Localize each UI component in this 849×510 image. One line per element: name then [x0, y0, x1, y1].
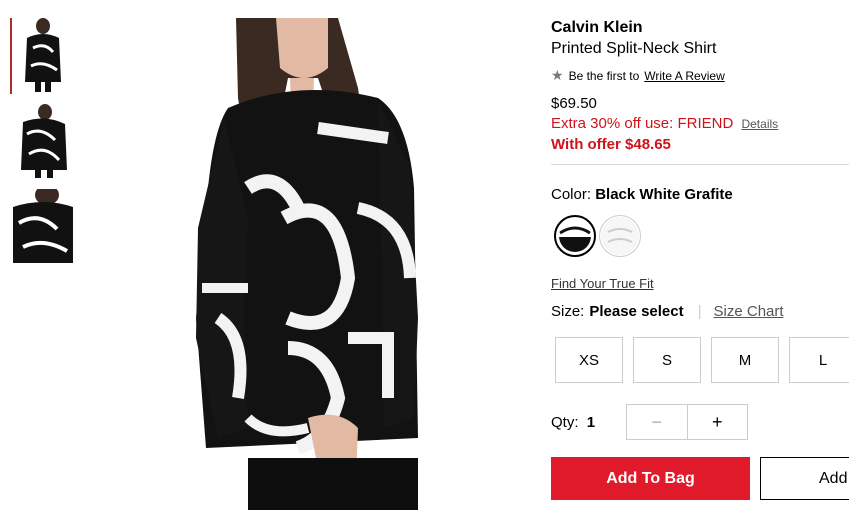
- size-option-xs[interactable]: XS: [555, 337, 623, 383]
- divider: [551, 164, 849, 165]
- thumbnail-1[interactable]: [13, 18, 73, 92]
- product-price: $69.50: [551, 95, 597, 112]
- write-review-link[interactable]: Write A Review: [644, 69, 724, 83]
- brand-name[interactable]: Calvin Klein: [551, 19, 643, 37]
- qty-value: 1: [586, 414, 596, 431]
- size-chart-link[interactable]: Size Chart: [714, 303, 784, 320]
- qty-increment-button[interactable]: +: [688, 405, 748, 439]
- qty-decrement-button[interactable]: −: [627, 405, 688, 439]
- review-prefix: Be the first to: [568, 68, 640, 83]
- selected-size: Please select: [589, 303, 684, 320]
- active-thumbnail-indicator: [10, 18, 12, 94]
- qty-label: Qty:: [551, 414, 579, 431]
- product-hero-image[interactable]: [188, 18, 494, 510]
- color-swatch-black-white[interactable]: [554, 215, 596, 257]
- promo-line: Extra 30% off use: FRIEND Details: [551, 115, 778, 132]
- size-label-row: Size: Please select | Size Chart: [551, 303, 784, 320]
- star-icon: ★: [551, 67, 564, 83]
- promo-details-link[interactable]: Details: [741, 117, 778, 131]
- color-label-row: Color: Black White Grafite: [551, 186, 733, 203]
- true-fit-link[interactable]: Find Your True Fit: [551, 276, 654, 291]
- qty-label-row: Qty: 1: [551, 414, 595, 431]
- review-summary: ★ Be the first to Write A Review: [551, 67, 725, 84]
- color-swatch-white-print[interactable]: [599, 215, 641, 257]
- thumbnail-2[interactable]: [13, 104, 73, 178]
- add-to-list-button[interactable]: Add: [760, 457, 849, 500]
- add-to-bag-button[interactable]: Add To Bag: [551, 457, 750, 500]
- thumbnail-3[interactable]: [13, 189, 73, 263]
- size-label: Size:: [551, 303, 585, 320]
- product-name: Printed Split-Neck Shirt: [551, 40, 717, 57]
- thumbnail-rail: [0, 0, 90, 510]
- color-label: Color:: [551, 186, 592, 203]
- size-option-l[interactable]: L: [789, 337, 849, 383]
- size-option-s[interactable]: S: [633, 337, 701, 383]
- separator: |: [697, 303, 702, 320]
- product-info-panel: Calvin Klein Printed Split-Neck Shirt ★ …: [551, 0, 849, 510]
- promo-text: Extra 30% off use: FRIEND: [551, 115, 734, 132]
- selected-color: Black White Grafite: [595, 186, 733, 203]
- size-option-m[interactable]: M: [711, 337, 779, 383]
- quantity-stepper: − +: [626, 404, 748, 440]
- offer-price: With offer $48.65: [551, 136, 671, 153]
